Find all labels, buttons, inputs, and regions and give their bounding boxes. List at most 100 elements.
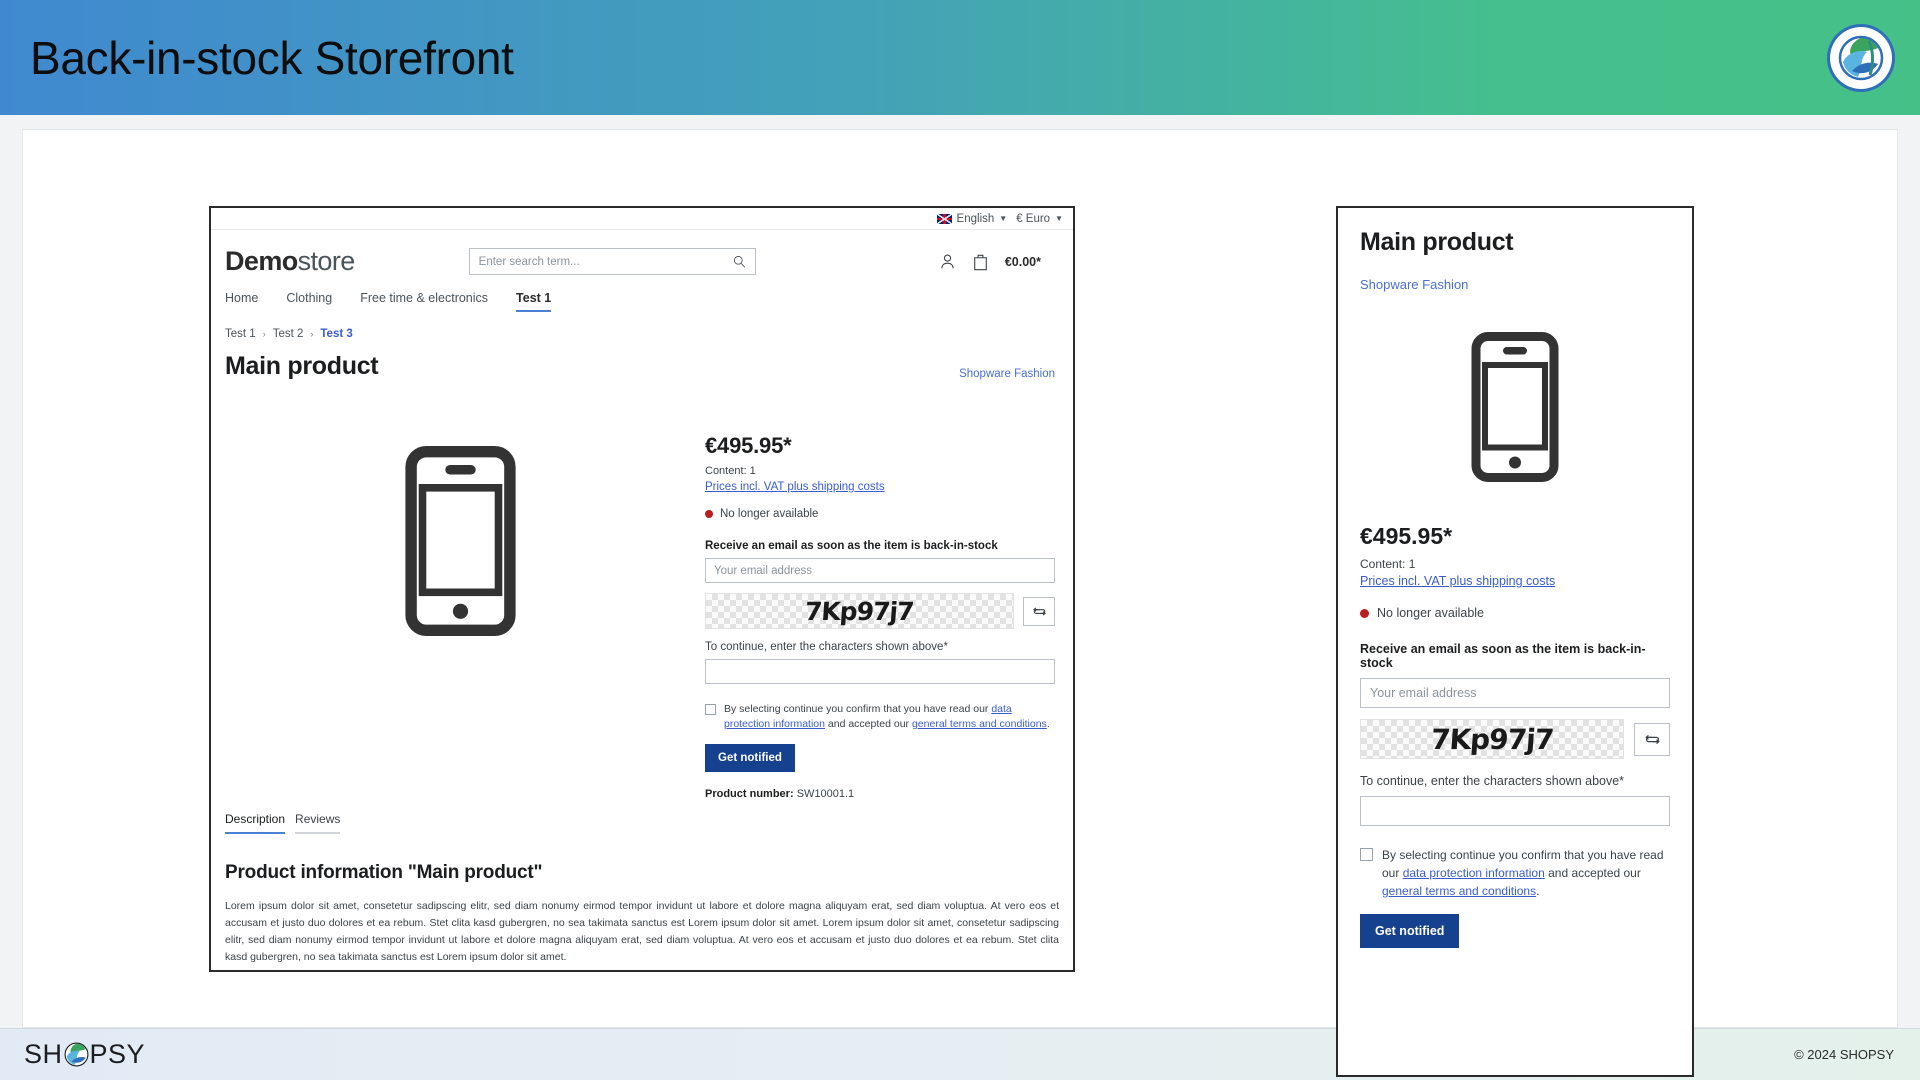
captcha-image: 7Kp97j7 (705, 593, 1014, 629)
desktop-storefront-preview: English ▼ € Euro ▼ Demostore Enter searc… (209, 206, 1075, 972)
manufacturer-link[interactable]: Shopware Fashion (959, 368, 1055, 380)
demostore-logo[interactable]: Demostore (225, 246, 355, 277)
breadcrumb-separator-icon: › (310, 329, 314, 339)
nav-item-test-1[interactable]: Test 1 (516, 291, 552, 312)
status-dot-icon (705, 510, 713, 518)
stage-canvas: English ▼ € Euro ▼ Demostore Enter searc… (22, 129, 1898, 1077)
availability-label: No longer available (720, 508, 819, 520)
logo-bold: Demo (225, 246, 298, 276)
consent-checkbox[interactable] (705, 704, 716, 715)
status-dot-icon (1360, 608, 1369, 618)
mobile-get-notified-button[interactable]: Get notified (1360, 914, 1460, 948)
breadcrumb: Test 1 › Test 2 › Test 3 (211, 312, 1073, 340)
shopsy-circle-logo (64, 1042, 88, 1067)
caret-down-icon: ▼ (1055, 214, 1063, 223)
smartphone-icon (1471, 331, 1559, 482)
captcha-row: 7Kp97j7 (705, 593, 1055, 629)
currency-label: € Euro (1016, 212, 1051, 225)
language-selector[interactable]: English ▼ (936, 212, 1008, 225)
language-label: English (956, 212, 995, 225)
mobile-vat-shipping-link[interactable]: Prices incl. VAT plus shipping costs (1360, 574, 1555, 588)
mobile-captcha-row: 7Kp97j7 (1360, 719, 1670, 759)
breadcrumb-item-test-2[interactable]: Test 2 (273, 328, 304, 340)
consent-text: By selecting continue you confirm that y… (724, 702, 1055, 732)
vat-shipping-link[interactable]: Prices incl. VAT plus shipping costs (705, 481, 885, 493)
availability-status: No longer available (705, 508, 1055, 520)
product-number-value: SW10001.1 (796, 788, 855, 801)
get-notified-button[interactable]: Get notified (705, 744, 795, 773)
caret-down-icon: ▼ (999, 214, 1008, 223)
product-content: Content: 1 (705, 465, 756, 477)
logo-light: store (297, 246, 356, 276)
nav-item-free-time-electronics[interactable]: Free time & electronics (360, 291, 488, 312)
mobile-manufacturer-link[interactable]: Shopware Fashion (1360, 277, 1670, 292)
content-stage: English ▼ € Euro ▼ Demostore Enter searc… (0, 115, 1920, 1077)
mobile-consent-text-post: . (1536, 884, 1540, 898)
mobile-product-title: Main product (1360, 228, 1514, 256)
mobile-captcha-text: 7Kp97j7 (1429, 722, 1555, 756)
currency-selector[interactable]: € Euro ▼ (1016, 213, 1063, 225)
mobile-consent-row: By selecting continue you confirm that y… (1360, 846, 1670, 900)
tab-reviews[interactable]: Reviews (295, 812, 341, 835)
page-title: Back-in-stock Storefront (30, 31, 514, 84)
product-header: Main product Shopware Fashion (211, 340, 1073, 381)
consent-text-pre: By selecting continue you confirm that y… (724, 703, 992, 715)
mobile-storefront-preview: Main product Shopware Fashion €495.95* C… (1336, 206, 1694, 1077)
nav-item-home[interactable]: Home (225, 291, 258, 312)
captcha-hint: To continue, enter the characters shown … (705, 641, 948, 653)
breadcrumb-item-test-3[interactable]: Test 3 (320, 328, 352, 340)
mobile-captcha-image: 7Kp97j7 (1360, 719, 1624, 759)
storefront-header: Demostore Enter search term... €0.00* (211, 230, 1073, 287)
footer-brand-left: SH (24, 1039, 63, 1069)
mobile-data-protection-link[interactable]: data protection information (1403, 866, 1545, 880)
search-box[interactable] (468, 248, 756, 275)
consent-row: By selecting continue you confirm that y… (705, 702, 1055, 732)
terms-conditions-link[interactable]: general terms and conditions (912, 718, 1047, 730)
captcha-input[interactable] (705, 659, 1055, 684)
mobile-product-gallery (1360, 304, 1670, 509)
consent-text-post: . (1046, 718, 1050, 731)
captcha-text: 7Kp97j7 (804, 596, 915, 626)
product-price: €495.95* (705, 433, 792, 458)
footer-brand-right: PSY (89, 1039, 146, 1069)
product-number: Product number: SW10001.1 (705, 788, 1055, 800)
footer-logo: SH PSY (24, 1039, 145, 1070)
email-input[interactable] (705, 558, 1055, 583)
description-title: Product information "Main product" (225, 862, 543, 884)
shopsy-circle-logo (1830, 26, 1892, 89)
uk-flag-icon (936, 213, 952, 224)
mobile-product-price: €495.95* (1360, 523, 1453, 549)
breadcrumb-item-test-1[interactable]: Test 1 (225, 328, 256, 340)
tab-description[interactable]: Description (225, 812, 286, 835)
search-icon[interactable] (733, 255, 746, 268)
cart-total[interactable]: €0.00* (1005, 255, 1041, 269)
description-body: Lorem ipsum dolor sit amet, consetetur s… (225, 900, 1059, 964)
mobile-availability-status: No longer available (1360, 606, 1670, 620)
product-gallery (225, 391, 695, 691)
mobile-terms-conditions-link[interactable]: general terms and conditions (1382, 884, 1536, 898)
smartphone-icon (404, 446, 516, 636)
product-details: €495.95* Content: 1 Prices incl. VAT plu… (705, 391, 1055, 800)
shopping-bag-icon[interactable] (972, 253, 989, 271)
notify-form-heading: Receive an email as soon as the item is … (705, 540, 998, 552)
mobile-product-content: Content: 1 (1360, 557, 1416, 571)
nav-item-clothing[interactable]: Clothing (286, 291, 332, 312)
user-account-icon[interactable] (939, 253, 956, 270)
refresh-captcha-icon[interactable] (1634, 722, 1670, 756)
mobile-captcha-hint: To continue, enter the characters shown … (1360, 774, 1625, 788)
copyright-text: © 2024 SHOPSY (1794, 1047, 1894, 1062)
search-input[interactable] (478, 255, 733, 268)
mobile-notify-form-heading: Receive an email as soon as the item is … (1360, 642, 1646, 670)
product-tabs: Description Reviews (211, 800, 1073, 835)
breadcrumb-separator-icon: › (262, 329, 266, 339)
storefront-topbar: English ▼ € Euro ▼ (211, 208, 1073, 230)
mobile-captcha-input[interactable] (1360, 796, 1670, 826)
refresh-captcha-icon[interactable] (1023, 596, 1055, 626)
mobile-consent-text: By selecting continue you confirm that y… (1382, 846, 1670, 900)
main-navigation: Home Clothing Free time & electronics Te… (211, 287, 1073, 312)
product-body: €495.95* Content: 1 Prices incl. VAT plu… (211, 381, 1073, 800)
header-actions: €0.00* (939, 253, 1057, 271)
mobile-consent-text-mid: and accepted our (1544, 866, 1641, 880)
mobile-consent-checkbox[interactable] (1360, 848, 1373, 861)
mobile-email-input[interactable] (1360, 678, 1670, 708)
